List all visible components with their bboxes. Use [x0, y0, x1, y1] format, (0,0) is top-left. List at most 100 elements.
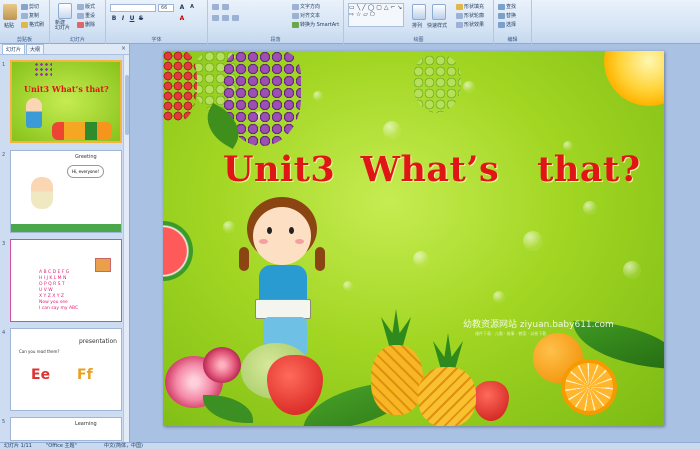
- align-text-button[interactable]: 对齐文本: [292, 12, 320, 19]
- bold-icon[interactable]: B: [110, 15, 118, 22]
- girl-pigtail-left: [239, 247, 249, 271]
- layout-label: 版式: [85, 4, 96, 10]
- bullets-icon[interactable]: [212, 4, 219, 10]
- girl-illustration: [239, 197, 329, 367]
- font-color-icon[interactable]: A: [178, 15, 186, 22]
- delete-icon: [77, 21, 84, 28]
- water-drop: [313, 91, 323, 101]
- leaf-bottom-left: [203, 395, 253, 423]
- panel-tabs: 幻灯片 大纲: [0, 44, 129, 55]
- arrange-label: 排列: [412, 23, 423, 29]
- align-text-icon: [292, 12, 299, 19]
- language-indicator[interactable]: 中文(简体，中国): [104, 443, 143, 449]
- text-direction-label: 文字方向: [300, 4, 321, 10]
- shrink-font-icon[interactable]: A: [188, 4, 196, 11]
- paragraph-group-label: 段落: [270, 37, 281, 43]
- select-button[interactable]: 选择: [498, 21, 516, 28]
- font-group: 66 A A B I U S A 字体: [106, 0, 208, 44]
- thumb-3-picture: [95, 258, 111, 272]
- quick-styles-button[interactable]: 快速样式: [427, 22, 447, 29]
- thumb-4-letters-f: Ff: [77, 367, 93, 383]
- cut-button[interactable]: 剪切: [21, 3, 39, 10]
- water-drop: [223, 221, 235, 233]
- find-button[interactable]: 查找: [498, 3, 516, 10]
- slide-thumbnail-3[interactable]: A B C D E F G H I J K L M N O P Q R S T …: [10, 239, 122, 322]
- effects-icon: [456, 21, 463, 28]
- pineapple-crown-1: [381, 309, 411, 349]
- tab-slides[interactable]: 幻灯片: [2, 44, 26, 54]
- girl-right-eye: [289, 227, 294, 234]
- slide-number-4: 4: [2, 330, 6, 336]
- rose-red: [203, 347, 241, 383]
- tab-outline[interactable]: 大纲: [26, 44, 45, 54]
- scissors-icon: [21, 3, 28, 10]
- thumb-2-strip: [11, 224, 121, 232]
- fill-icon: [456, 3, 463, 10]
- paste-icon[interactable]: [3, 4, 17, 20]
- thumb-4-title: presentation: [79, 338, 117, 345]
- copy-button[interactable]: 复制: [21, 12, 39, 19]
- thumb-1-grapes: [34, 62, 52, 76]
- orange-slice: [561, 359, 617, 415]
- thumb-1-girl: [26, 98, 42, 128]
- paste-label: 粘贴: [4, 23, 15, 29]
- paragraph-group: 文字方向 对齐文本 转换为 SmartArt 段落: [208, 0, 344, 44]
- replace-button[interactable]: 替换: [498, 12, 516, 19]
- slide-thumbnail-5[interactable]: Learning: [10, 417, 122, 441]
- align-left-icon[interactable]: [212, 15, 219, 21]
- quick-styles-icon[interactable]: [432, 4, 446, 20]
- close-panel-icon[interactable]: ×: [121, 45, 126, 52]
- font-name-combo[interactable]: [110, 4, 156, 12]
- shape-fill-button[interactable]: 形状填充: [456, 3, 484, 10]
- slides-group: 新建 幻灯片 版式 重设 删除 幻灯片: [50, 0, 106, 44]
- italic-icon[interactable]: I: [119, 15, 127, 22]
- underline-icon[interactable]: U: [128, 15, 136, 22]
- watermelon-left: [163, 221, 193, 281]
- new-slide-icon[interactable]: [58, 3, 72, 19]
- arrange-icon[interactable]: [412, 4, 426, 20]
- slide-thumbnail-2[interactable]: Greeting Hi, everyone!: [10, 150, 122, 233]
- numbering-icon[interactable]: [222, 4, 229, 10]
- format-painter-button[interactable]: 格式刷: [21, 21, 44, 28]
- shape-effects-button[interactable]: 形状效果: [456, 21, 484, 28]
- girl-pigtail-right: [315, 247, 325, 271]
- shapes-gallery[interactable]: ▭ ╲ ╱ ◯ ▢ △ ⌐ ↘ ⇨ ☆ ▱ ⬠: [348, 3, 404, 27]
- layout-button[interactable]: 版式: [77, 3, 95, 10]
- grapes-red-left: [163, 51, 197, 121]
- grapes-green-right: [413, 55, 461, 113]
- font-size-combo[interactable]: 66: [158, 4, 174, 12]
- water-drop: [383, 121, 401, 139]
- slide-thumbnail-1[interactable]: Unit3 What’s that?: [10, 60, 122, 143]
- theme-name: "Office 主题": [46, 443, 77, 449]
- slide-canvas[interactable]: Unit3 What’s that? 幼教资源网站 ziyuan.baby611…: [163, 51, 664, 426]
- replace-label: 替换: [506, 13, 517, 19]
- panel-scrollbar[interactable]: [123, 55, 129, 442]
- new-slide-label: 新建 幻灯片: [55, 20, 71, 31]
- thumb-5-title: Learning: [75, 421, 97, 427]
- sun-decoration: [604, 51, 664, 106]
- align-center-icon[interactable]: [222, 15, 229, 21]
- strawberry-large: [267, 355, 323, 415]
- text-direction-button[interactable]: 文字方向: [292, 3, 320, 10]
- slide-title[interactable]: Unit3 What’s that?: [223, 149, 643, 190]
- copy-icon: [21, 12, 28, 19]
- grow-font-icon[interactable]: A: [178, 4, 186, 11]
- slides-panel: 幻灯片 大纲 × 1 Unit3 What’s that? 2 Greeting…: [0, 44, 130, 442]
- shape-fill-label: 形状填充: [464, 4, 485, 10]
- align-right-icon[interactable]: [232, 15, 239, 21]
- align-text-label: 对齐文本: [300, 13, 321, 19]
- slide-thumbnail-4[interactable]: presentation Can you read them? Ee Ff: [10, 328, 122, 411]
- scrollbar-thumb[interactable]: [125, 75, 129, 135]
- smartart-button[interactable]: 转换为 SmartArt: [292, 21, 339, 28]
- arrange-button[interactable]: 排列: [412, 22, 422, 29]
- delete-slide-button[interactable]: 删除: [77, 21, 95, 28]
- shape-outline-button[interactable]: 形状轮廓: [456, 12, 484, 19]
- quick-styles-label: 快速样式: [427, 23, 448, 29]
- new-slide-button[interactable]: 新建 幻灯片: [55, 21, 70, 31]
- reset-button[interactable]: 重设: [77, 12, 95, 19]
- thumb-1-title: Unit3 What’s that?: [24, 84, 109, 94]
- find-label: 查找: [506, 4, 517, 10]
- slide-number-5: 5: [2, 419, 6, 425]
- strikethrough-icon[interactable]: S: [137, 15, 145, 22]
- paste-button[interactable]: 粘贴: [4, 22, 14, 29]
